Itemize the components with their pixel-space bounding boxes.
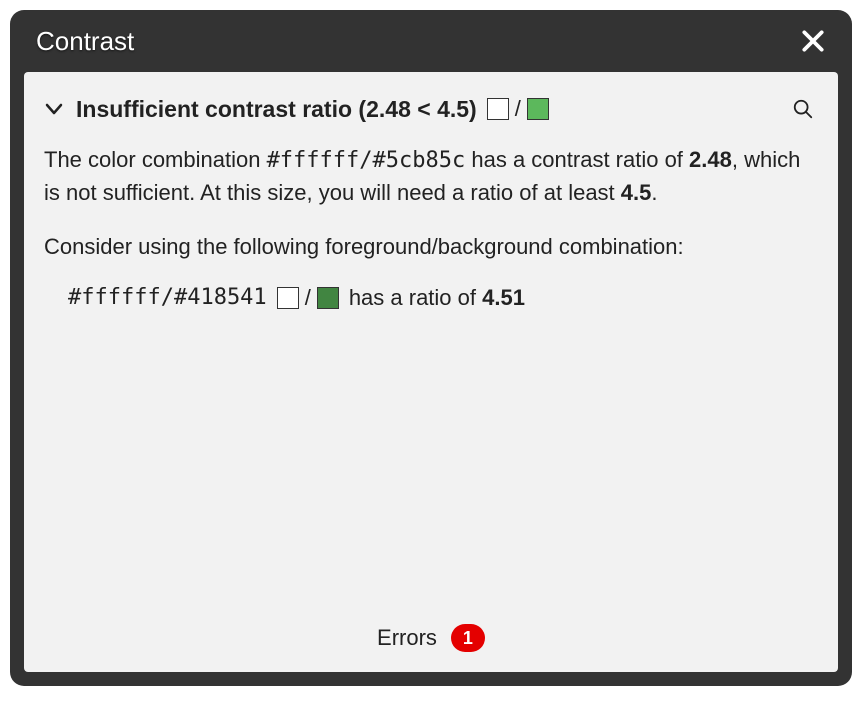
issue-title: Insufficient contrast ratio (2.48 < 4.5) xyxy=(76,96,477,123)
suggestion-bg-swatch xyxy=(317,287,339,309)
suggestion-intro: Consider using the following foreground/… xyxy=(44,231,818,263)
bg-swatch xyxy=(527,98,549,120)
issue-title-ratio: 2.48 < 4.5 xyxy=(366,96,469,122)
inspect-button[interactable] xyxy=(788,94,818,124)
suggestion-ratio: 4.51 xyxy=(482,285,525,310)
suggestion-text: has a ratio of 4.51 xyxy=(349,285,525,311)
swatch-separator: / xyxy=(305,285,311,311)
panel-content: Insufficient contrast ratio (2.48 < 4.5)… xyxy=(24,72,838,672)
header-swatches: / xyxy=(487,96,549,122)
contrast-panel: Contrast Insufficient contrast ratio (2.… xyxy=(10,10,852,686)
panel-footer: Errors 1 xyxy=(44,604,818,658)
suggestion-mid: has a ratio of xyxy=(349,285,482,310)
desc-slash: / xyxy=(359,148,372,173)
errors-label: Errors xyxy=(377,625,437,651)
suggestion-fg-swatch xyxy=(277,287,299,309)
close-button[interactable] xyxy=(796,24,830,58)
desc-end: . xyxy=(651,180,657,205)
issue-title-prefix: Insufficient contrast ratio ( xyxy=(76,96,366,122)
swatch-separator: / xyxy=(515,96,521,122)
suggestion-swatches: / xyxy=(277,285,339,311)
chevron-down-icon xyxy=(44,100,64,118)
desc-prefix: The color combination xyxy=(44,147,267,172)
issue-description: The color combination #ffffff/#5cb85c ha… xyxy=(44,144,818,209)
panel-title: Contrast xyxy=(36,26,134,57)
collapse-toggle[interactable] xyxy=(44,100,64,118)
desc-bg-code: #5cb85c xyxy=(373,148,466,173)
suggestion-row: #ffffff/#418541 / has a ratio of 4.51 xyxy=(68,285,818,311)
magnify-icon xyxy=(792,98,814,120)
desc-mid: has a contrast ratio of xyxy=(465,147,689,172)
desc-ratio-required: 4.5 xyxy=(621,180,652,205)
issue-title-suffix: ) xyxy=(469,96,477,122)
desc-ratio-actual: 2.48 xyxy=(689,147,732,172)
suggestion-code: #ffffff/#418541 xyxy=(68,285,267,310)
issue-header: Insufficient contrast ratio (2.48 < 4.5)… xyxy=(44,94,818,124)
desc-fg-code: #ffffff xyxy=(267,148,360,173)
fg-swatch xyxy=(487,98,509,120)
panel-header: Contrast xyxy=(10,10,852,72)
close-icon xyxy=(800,28,826,54)
errors-badge[interactable]: 1 xyxy=(451,624,485,652)
